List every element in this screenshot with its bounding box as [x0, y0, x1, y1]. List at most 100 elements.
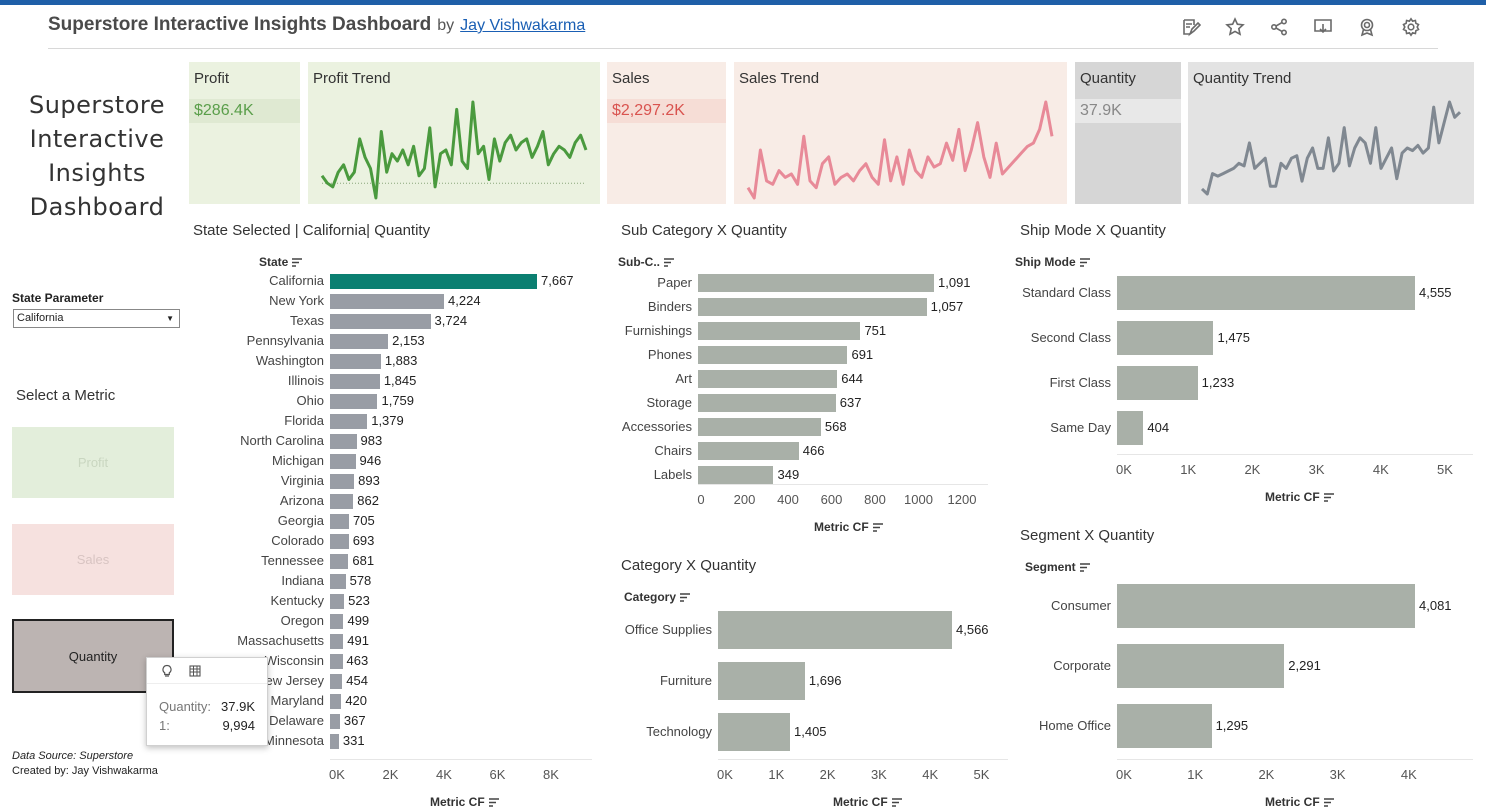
sort-icon[interactable]: [891, 797, 902, 807]
sort-icon[interactable]: [680, 592, 691, 602]
axis-tick-label: 1K: [1187, 767, 1204, 782]
share-icon[interactable]: [1268, 16, 1290, 38]
sort-icon[interactable]: [292, 257, 303, 267]
quantity-trend-label: Quantity Trend: [1193, 70, 1292, 87]
axis-header[interactable]: Sub-C..: [618, 255, 674, 269]
download-icon[interactable]: [1312, 16, 1334, 38]
row-label: Labels: [653, 467, 692, 482]
sort-icon[interactable]: [1323, 492, 1334, 502]
trend-line: [746, 100, 1054, 200]
view-data-icon[interactable]: [188, 664, 202, 678]
bar-mark[interactable]: [330, 593, 345, 609]
lightbulb-icon[interactable]: [160, 664, 174, 678]
bar-mark[interactable]: [718, 713, 790, 751]
axis-header[interactable]: Ship Mode: [1015, 255, 1090, 269]
quantity-kpi-value: 37.9K: [1080, 102, 1122, 119]
bar-value-label: 644: [841, 371, 863, 386]
sort-icon[interactable]: [1323, 797, 1334, 807]
metric-button-label: Sales: [76, 552, 110, 567]
gear-icon[interactable]: [1400, 16, 1422, 38]
bar-mark[interactable]: [1117, 584, 1415, 628]
star-icon[interactable]: [1224, 16, 1246, 38]
bar-value-label: 637: [839, 395, 862, 410]
bar-mark[interactable]: [698, 442, 799, 460]
axis-header[interactable]: Segment: [1025, 560, 1090, 574]
bar-mark[interactable]: [1117, 704, 1212, 748]
dashboard-header: Superstore Interactive Insights Dashboar…: [48, 14, 585, 42]
bar-mark[interactable]: [330, 633, 344, 649]
axis-tick-label: 0K: [329, 767, 345, 782]
bar-mark[interactable]: [1117, 276, 1415, 310]
bar-mark[interactable]: [330, 373, 380, 389]
author-link[interactable]: Jay Vishwakarma: [460, 17, 585, 35]
bar-mark[interactable]: [330, 313, 431, 329]
bar-mark[interactable]: [330, 433, 357, 449]
bar-mark[interactable]: [330, 393, 378, 409]
bar-mark[interactable]: [330, 733, 339, 749]
bar-mark[interactable]: [698, 322, 861, 340]
axis-tick-label: 2K: [1244, 462, 1261, 477]
bar-mark[interactable]: [330, 453, 356, 469]
bar-mark[interactable]: [330, 493, 354, 509]
chart-title: Segment X Quantity: [1020, 527, 1155, 544]
axis-header[interactable]: Category: [624, 590, 691, 604]
bar-mark[interactable]: [330, 533, 349, 549]
bar-mark[interactable]: [698, 298, 927, 316]
badge-icon[interactable]: [1356, 16, 1378, 38]
sort-icon[interactable]: [1079, 562, 1090, 572]
row-label: Art: [675, 371, 692, 386]
axis-tick-label: 4K: [922, 767, 939, 782]
row-label: Massachusetts: [237, 633, 324, 648]
bar-mark[interactable]: [698, 274, 934, 292]
bar-mark[interactable]: [330, 353, 381, 369]
bar-mark[interactable]: [330, 513, 350, 529]
bar-mark[interactable]: [698, 466, 774, 484]
bar-mark[interactable]: [698, 418, 821, 436]
sort-icon[interactable]: [1079, 257, 1090, 267]
row-label: New York: [269, 293, 324, 308]
bar-mark[interactable]: [330, 673, 343, 689]
bar-value-label: 404: [1147, 420, 1170, 435]
bar-mark[interactable]: [330, 653, 343, 669]
axis-title[interactable]: Metric CF: [1265, 795, 1334, 809]
tooltip-key: 1:: [159, 718, 170, 733]
bar-mark[interactable]: [1117, 321, 1214, 355]
bar-mark[interactable]: [330, 573, 346, 589]
bar-mark[interactable]: [698, 370, 838, 388]
bar-mark[interactable]: [330, 473, 355, 489]
axis-tick-label: 800: [864, 492, 886, 507]
row-label: Paper: [657, 275, 692, 290]
bar-mark[interactable]: [718, 611, 952, 649]
axis-title[interactable]: Metric CF: [430, 795, 499, 809]
bar-mark[interactable]: [330, 553, 349, 569]
bar-mark[interactable]: [1117, 411, 1144, 445]
axis-tick-label: 0K: [1116, 462, 1132, 477]
edit-icon[interactable]: [1180, 16, 1202, 38]
sort-icon[interactable]: [872, 522, 883, 532]
bar-value-label: 693: [352, 533, 375, 548]
bar-mark[interactable]: [330, 713, 340, 729]
bar-mark[interactable]: [718, 662, 805, 700]
sort-icon[interactable]: [664, 257, 674, 267]
metric-button-label: Profit: [77, 455, 109, 470]
row-label: Second Class: [1030, 330, 1111, 345]
bar-value-label: 681: [352, 553, 375, 568]
axis-header[interactable]: State: [259, 255, 303, 269]
row-label: California: [269, 273, 324, 288]
axis-header-label: Ship Mode: [1015, 255, 1076, 269]
sort-icon[interactable]: [488, 797, 499, 807]
bar-mark[interactable]: [1117, 366, 1198, 400]
bar-mark[interactable]: [1117, 644, 1285, 688]
bar-mark[interactable]: [330, 413, 368, 429]
axis-title[interactable]: Metric CF: [1265, 490, 1334, 504]
axis-title[interactable]: Metric CF: [833, 795, 902, 809]
bar-mark[interactable]: [698, 394, 836, 412]
bar-mark[interactable]: [330, 613, 344, 629]
bar-mark[interactable]: [330, 693, 342, 709]
axis-title[interactable]: Metric CF: [814, 520, 883, 534]
row-label: Arizona: [279, 493, 324, 508]
bar-mark[interactable]: [698, 346, 848, 364]
bar-mark[interactable]: [330, 333, 389, 349]
bar-value-label: 578: [349, 573, 372, 588]
bar-mark[interactable]: [330, 293, 445, 309]
